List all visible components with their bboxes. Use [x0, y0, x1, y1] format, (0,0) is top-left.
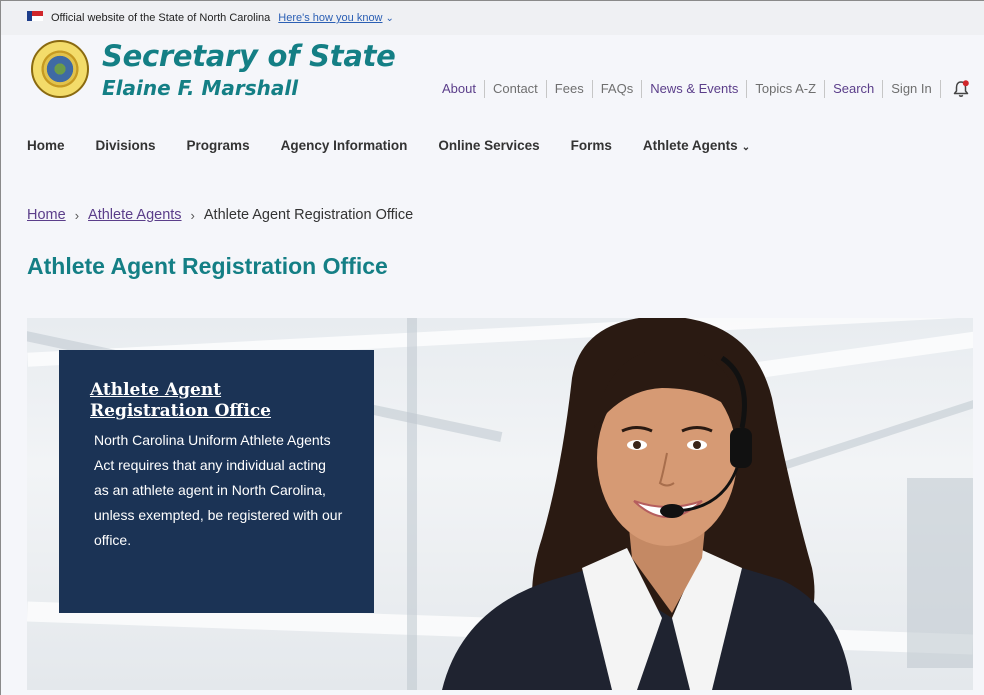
breadcrumb-current: Athlete Agent Registration Office [203, 207, 414, 223]
utility-link-topics-a-z[interactable]: Topics A-Z [747, 80, 826, 98]
official-website-banner: Official website of the State of North C… [1, 1, 984, 35]
hero-banner: Athlete Agent Registration Office North … [27, 318, 973, 690]
nc-state-seal-logo[interactable] [31, 40, 89, 98]
hero-info-card: Athlete Agent Registration Office North … [59, 350, 374, 613]
chevron-down-icon[interactable]: ⌄ [386, 13, 394, 24]
main-nav: Home Divisions Programs Agency Informati… [27, 138, 781, 153]
nav-divisions[interactable]: Divisions [96, 138, 156, 153]
breadcrumb-home-link[interactable]: Home [27, 207, 66, 223]
utility-link-fees[interactable]: Fees [547, 80, 593, 98]
page: Official website of the State of North C… [0, 0, 984, 695]
utility-link-contact[interactable]: Contact [485, 80, 547, 98]
site-subtitle[interactable]: Elaine F. Marshall [102, 76, 298, 100]
notification-bell-icon[interactable] [951, 79, 971, 99]
nav-forms[interactable]: Forms [571, 138, 612, 153]
heres-how-you-know-link[interactable]: Here's how you know [278, 12, 382, 24]
nav-online-services[interactable]: Online Services [438, 138, 539, 153]
utility-link-sign-in[interactable]: Sign In [883, 80, 941, 98]
utility-link-faqs[interactable]: FAQs [593, 80, 643, 98]
hero-card-description: North Carolina Uniform Athlete Agents Ac… [94, 432, 343, 548]
nav-athlete-agents[interactable]: Athlete Agents ⌄ [643, 138, 750, 153]
breadcrumb-separator-icon: › [190, 207, 195, 223]
breadcrumb: Home › Athlete Agents › Athlete Agent Re… [27, 207, 413, 223]
hero-card-title-link[interactable]: Athlete Agent Registration Office [90, 380, 344, 422]
site-title[interactable]: Secretary of State [102, 39, 396, 73]
official-website-text: Official website of the State of North C… [51, 12, 271, 24]
breadcrumb-separator-icon: › [74, 207, 80, 223]
nav-agency-information[interactable]: Agency Information [281, 138, 408, 153]
page-title: Athlete Agent Registration Office [27, 253, 388, 279]
nav-home[interactable]: Home [27, 138, 65, 153]
utility-nav: About Contact Fees FAQs News & Events To… [439, 79, 971, 99]
utility-link-news-events[interactable]: News & Events [642, 80, 748, 98]
utility-link-search[interactable]: Search [825, 80, 884, 98]
utility-link-about[interactable]: About [439, 80, 485, 98]
nc-flag-icon [27, 11, 43, 21]
chevron-down-icon: ⌄ [741, 142, 751, 153]
breadcrumb-athlete-agents-link[interactable]: Athlete Agents [88, 207, 182, 223]
customer-service-woman-image [442, 318, 852, 690]
nav-programs[interactable]: Programs [187, 138, 250, 153]
nav-athlete-agents-label: Athlete Agents [642, 138, 738, 153]
